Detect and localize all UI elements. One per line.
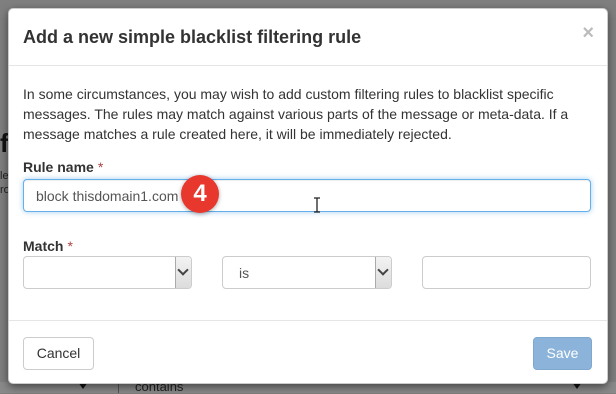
add-rule-dialog: Add a new simple blacklist filtering rul…	[8, 8, 608, 384]
dialog-footer: Cancel Save	[9, 320, 607, 383]
rule-name-label: Rule name *	[23, 159, 103, 175]
dialog-body: In some circumstances, you may wish to a…	[9, 84, 607, 144]
rule-name-input[interactable]	[23, 179, 591, 212]
required-marker: *	[67, 238, 73, 254]
text-cursor-icon	[314, 197, 320, 213]
match-operator-select-value: is	[239, 265, 250, 281]
chevron-down-icon[interactable]	[175, 257, 191, 288]
match-value-input[interactable]	[422, 256, 591, 289]
match-label: Match *	[23, 238, 73, 254]
required-marker: *	[97, 159, 104, 175]
dialog-description: In some circumstances, you may wish to a…	[23, 86, 569, 142]
match-field-select[interactable]	[23, 256, 192, 289]
match-label-text: Match	[23, 238, 64, 254]
dialog-title: Add a new simple blacklist filtering rul…	[23, 27, 362, 47]
step-number-badge: 4	[181, 175, 219, 213]
dialog-header: Add a new simple blacklist filtering rul…	[9, 9, 607, 66]
save-button[interactable]: Save	[533, 337, 592, 370]
chevron-down-icon[interactable]	[375, 257, 391, 288]
match-operator-select[interactable]: is	[222, 256, 392, 289]
rule-name-label-text: Rule name	[23, 159, 94, 175]
cancel-button[interactable]: Cancel	[23, 337, 94, 370]
close-icon[interactable]: ×	[582, 23, 594, 43]
